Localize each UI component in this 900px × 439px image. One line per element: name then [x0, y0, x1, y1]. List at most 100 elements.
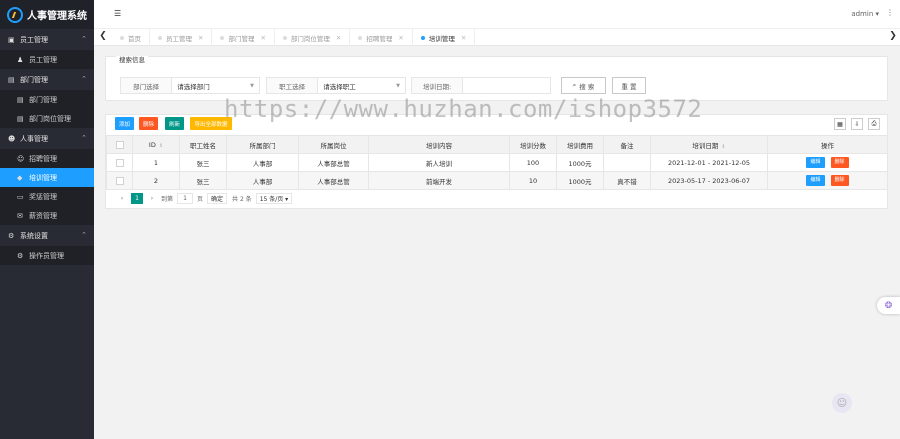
emp-select-value: 请选择职工 — [323, 82, 356, 91]
add-button[interactable]: 添加 — [115, 117, 134, 130]
page-1-button[interactable]: 1 — [131, 192, 143, 204]
table-row: 1 张三 人事部 人事部总管 新人培训 100 1000元 2021-12-01… — [106, 153, 888, 172]
close-icon[interactable]: ✕ — [260, 34, 265, 42]
row-select-cell[interactable] — [106, 171, 133, 190]
cell-remark — [603, 153, 651, 172]
sidebar-item-training[interactable]: ◆ 培训管理 — [0, 168, 94, 187]
sidebar-item-department[interactable]: ▤ 部门管理 — [0, 90, 94, 109]
sidebar-item-recruitment[interactable]: ☺ 招聘管理 — [0, 149, 94, 168]
sidebar-item-department-post[interactable]: ▤ 部门岗位管理 — [0, 109, 94, 128]
chevron-up-icon: ⌃ — [81, 75, 87, 83]
emp-select[interactable]: 请选择职工 ▼ — [318, 78, 405, 93]
sidebar-group-settings[interactable]: ⚙ 系统设置 ⌃ — [0, 225, 94, 246]
close-icon[interactable]: ✕ — [198, 34, 203, 42]
sidebar-item-salary[interactable]: ✉ 薪资管理 — [0, 206, 94, 225]
tab-department[interactable]: 部门管理 ✕ — [212, 29, 275, 46]
emp-select-field: 职工选择 请选择职工 ▼ — [266, 77, 406, 94]
row-select-cell[interactable] — [106, 153, 133, 172]
sidebar-group-department[interactable]: ▤ 部门管理 ⌃ — [0, 69, 94, 90]
gears-icon: ⚙ — [17, 251, 24, 260]
select-all-cell[interactable] — [106, 135, 133, 154]
sidebar-item-employee[interactable]: ♟ 员工管理 — [0, 50, 94, 69]
confirm-page-button[interactable]: 确定 — [207, 192, 228, 204]
row-delete-button[interactable]: 删除 — [830, 175, 849, 186]
sort-icon[interactable]: ⇕ — [721, 144, 725, 150]
date-field: 培训日期: — [411, 77, 551, 94]
table-header-row: ID ⇕ 职工姓名 所属部门 所属岗位 培训内容 培训分数 培训费用 备注 培训日… — [106, 135, 888, 154]
edit-button[interactable]: 编辑 — [806, 157, 825, 168]
sidebar-group-employee[interactable]: ▣ 员工管理 ⌃ — [0, 29, 94, 50]
assistant-brain-icon[interactable]: ❂ — [877, 297, 900, 314]
tab-department-post[interactable]: 部门岗位管理 ✕ — [275, 29, 351, 46]
sidebar-item-label: 培训管理 — [29, 173, 57, 182]
col-name: 职工姓名 — [179, 135, 227, 154]
dept-select[interactable]: 请选择部门 ▼ — [172, 78, 259, 93]
col-score: 培训分数 — [509, 135, 557, 154]
tab-label: 首页 — [128, 34, 141, 43]
pagination: ‹ 1 › 到第 1 页 确定 共 2 条 15 条/页 ▾ — [116, 192, 293, 204]
tab-dot-icon — [282, 35, 287, 40]
export-all-button[interactable]: 导出全部数据 — [190, 117, 232, 130]
tab-label: 部门管理 — [228, 34, 255, 43]
columns-icon[interactable]: ▦ — [834, 118, 846, 130]
col-id[interactable]: ID ⇕ — [132, 135, 180, 154]
delete-button[interactable]: 删除 — [139, 117, 158, 130]
refresh-button[interactable]: 刷新 — [165, 117, 184, 130]
prev-page-button[interactable]: ‹ — [116, 193, 128, 204]
logo-icon — [7, 6, 23, 23]
col-ops: 操作 — [767, 135, 888, 154]
tab-bar: ❮ 首页 员工管理 ✕ 部门管理 ✕ 部门岗位管理 ✕ 招聘管理 ✕ 培训管理 ✕ ❯ — [94, 29, 900, 46]
sidebar-group-label: 部门管理 — [20, 75, 48, 84]
hamburger-icon[interactable]: ☰ — [114, 9, 121, 18]
sidebar-nav: ▣ 员工管理 ⌃ ♟ 员工管理 ▤ 部门管理 ⌃ ▤ 部门管理 ▤ 部门岗位管理 ☻ 人事管理 ⌃… — [0, 29, 94, 265]
monitor-icon: ▭ — [17, 192, 24, 201]
search-legend: 搜索信息 — [116, 56, 148, 64]
search-button[interactable]: ⌕ 搜 索 — [561, 77, 606, 94]
col-dept: 所属部门 — [226, 135, 299, 154]
tab-dot-icon — [358, 35, 363, 40]
gears-icon: ⚙ — [8, 231, 15, 240]
search-icon: ⌕ — [572, 81, 577, 89]
tab-recruitment[interactable]: 招聘管理 ✕ — [350, 29, 413, 46]
tab-training[interactable]: 培训管理 ✕ — [413, 29, 476, 46]
chevron-right-icon[interactable]: ❯ — [886, 31, 900, 41]
date-input[interactable] — [463, 78, 550, 93]
reset-button[interactable]: 重 置 — [612, 77, 646, 94]
envelope-icon: ✉ — [17, 211, 23, 220]
close-icon[interactable]: ✕ — [398, 34, 403, 42]
data-table-panel: 添加 删除 刷新 导出全部数据 ▦ ⇩ ⎙ ID ⇕ 职工姓名 所属部门 所属岗位… — [105, 114, 888, 209]
checkbox[interactable] — [115, 140, 124, 149]
page-size-select[interactable]: 15 条/页 ▾ — [255, 192, 293, 204]
tab-dot-icon — [220, 35, 225, 40]
sidebar-item-reward[interactable]: ▭ 奖惩管理 — [0, 187, 94, 206]
cell-score: 10 — [509, 171, 557, 190]
more-icon[interactable]: ⋮ — [886, 8, 894, 17]
close-icon[interactable]: ✕ — [336, 34, 341, 42]
edit-button[interactable]: 编辑 — [806, 175, 825, 186]
total-count: 共 2 条 — [232, 195, 252, 203]
cell-post: 人事部总管 — [298, 171, 369, 190]
main-content: 搜索信息 部门选择 请选择部门 ▼ 职工选择 请选择职工 ▼ 培训日期: ⌕ 搜 索 … — [94, 46, 900, 439]
app-logo-area[interactable]: 人事管理系统 — [0, 0, 94, 29]
checkbox[interactable] — [115, 158, 124, 167]
col-date[interactable]: 培训日期 ⇕ — [650, 135, 768, 154]
checkbox[interactable] — [115, 176, 124, 185]
sidebar-item-label: 招聘管理 — [29, 154, 57, 163]
print-icon[interactable]: ⎙ — [868, 118, 880, 130]
cell-name: 张三 — [179, 171, 227, 190]
sidebar-group-hr[interactable]: ☻ 人事管理 ⌃ — [0, 128, 94, 149]
tab-employee[interactable]: 员工管理 ✕ — [150, 29, 213, 46]
sidebar-item-label: 薪资管理 — [29, 211, 57, 220]
close-icon[interactable]: ✕ — [461, 34, 466, 42]
user-menu[interactable]: admin ▾ — [851, 10, 879, 18]
next-page-button[interactable]: › — [146, 193, 158, 204]
tab-home[interactable]: 首页 — [112, 29, 150, 46]
cell-id: 2 — [132, 171, 180, 190]
page-input[interactable]: 1 — [177, 192, 194, 204]
export-icon[interactable]: ⇩ — [851, 118, 863, 130]
sort-icon[interactable]: ⇕ — [159, 143, 163, 149]
row-delete-button[interactable]: 删除 — [830, 157, 849, 168]
sidebar-item-operator[interactable]: ⚙ 操作员管理 — [0, 246, 94, 265]
chat-bot-icon[interactable]: ☺ — [832, 393, 852, 413]
chevron-left-icon[interactable]: ❮ — [96, 31, 110, 41]
